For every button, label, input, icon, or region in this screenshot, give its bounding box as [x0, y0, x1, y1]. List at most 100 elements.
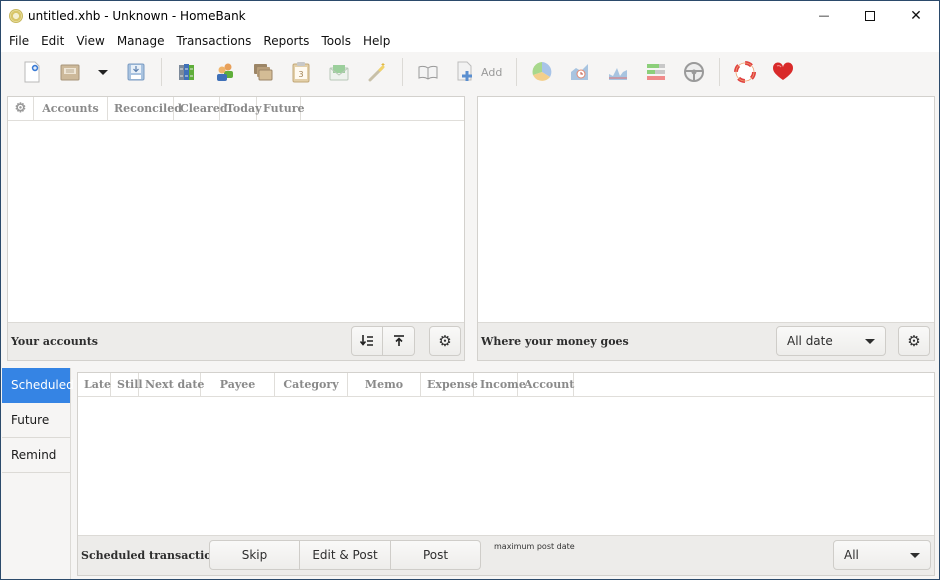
spending-settings-button[interactable]: ⚙	[898, 326, 930, 356]
date-range-select[interactable]: All date	[776, 326, 886, 356]
accounts-settings-button[interactable]: ⚙	[429, 326, 461, 356]
trend-clock-icon	[571, 64, 589, 80]
menu-tools[interactable]: Tools	[315, 34, 357, 48]
menu-reports[interactable]: Reports	[257, 34, 315, 48]
window-title: untitled.xhb - Unknown - HomeBank	[28, 8, 246, 23]
manage-budget-button[interactable]	[320, 56, 358, 88]
maximize-button[interactable]	[847, 1, 893, 30]
save-file-button[interactable]	[117, 56, 155, 88]
minimize-button[interactable]: —	[801, 1, 847, 30]
scheduled-panel: Late Still Next date Payee Category Memo…	[77, 372, 935, 576]
column-category[interactable]: Category	[275, 373, 348, 397]
skip-button[interactable]: Skip	[209, 540, 300, 570]
accounts-list[interactable]	[8, 121, 464, 322]
scheduled-side-tabs: Scheduled Future Remind	[2, 368, 74, 579]
gear-icon: ⚙	[14, 101, 27, 116]
column-reconciled[interactable]: Reconciled	[108, 97, 182, 121]
column-cleared[interactable]: Cleared	[174, 97, 228, 121]
close-icon: ✕	[910, 7, 922, 24]
window-controls: — ✕	[801, 1, 939, 30]
toolbar-separator	[516, 58, 518, 86]
spending-footer: Where your money goes All date ⚙	[478, 322, 934, 360]
move-top-button[interactable]	[383, 326, 415, 356]
menu-file[interactable]: File	[3, 34, 35, 48]
open-book-icon	[418, 65, 438, 80]
report-trend-button[interactable]	[561, 56, 599, 88]
manage-categories-button[interactable]	[244, 56, 282, 88]
menu-transactions[interactable]: Transactions	[171, 34, 258, 48]
column-still[interactable]: Still	[111, 373, 143, 397]
report-statistics-button[interactable]	[523, 56, 561, 88]
tab-future[interactable]: Future	[2, 403, 70, 438]
scheduled-list[interactable]	[78, 397, 934, 535]
toolbar-separator	[402, 58, 403, 86]
max-post-date-select[interactable]: All	[833, 540, 931, 570]
manage-accounts-button[interactable]	[168, 56, 206, 88]
categories-folders-icon	[254, 64, 273, 81]
column-accounts[interactable]: Accounts	[34, 97, 108, 121]
save-icon	[127, 63, 145, 81]
manage-scheduled-button[interactable]: 3	[282, 56, 320, 88]
title-bar: untitled.xhb - Unknown - HomeBank — ✕	[1, 1, 939, 30]
spending-panel: Where your money goes All date ⚙	[477, 96, 935, 361]
menu-view[interactable]: View	[70, 34, 110, 48]
report-vehicle-button[interactable]	[675, 56, 713, 88]
menu-help[interactable]: Help	[357, 34, 396, 48]
menu-edit[interactable]: Edit	[35, 34, 70, 48]
maximum-post-date-label: maximum post date	[494, 542, 575, 551]
new-file-button[interactable]	[13, 56, 51, 88]
maximize-icon	[865, 10, 875, 21]
close-button[interactable]: ✕	[893, 1, 939, 30]
post-button[interactable]: Post	[391, 540, 481, 570]
scheduled-footer: Scheduled transactions Skip Edit & Post …	[78, 535, 934, 575]
new-document-icon	[24, 61, 40, 83]
add-transaction-button[interactable]: Add	[447, 56, 510, 88]
spending-chart-area[interactable]	[478, 97, 934, 322]
accounts-column-header: ⚙ Accounts Reconciled Cleared Today Futu…	[8, 97, 464, 121]
calendar-clipboard-icon: 3	[292, 62, 310, 83]
column-today[interactable]: Today	[220, 97, 261, 121]
homebank-window: untitled.xhb - Unknown - HomeBank — ✕ Fi…	[0, 0, 940, 580]
column-memo[interactable]: Memo	[348, 373, 421, 397]
payees-people-icon	[217, 63, 233, 81]
column-expense[interactable]: Expense	[421, 373, 478, 397]
toolbar-separator	[719, 58, 721, 86]
donate-button[interactable]	[764, 56, 802, 88]
tab-remind[interactable]: Remind	[2, 438, 70, 473]
column-next-date[interactable]: Next date	[139, 373, 204, 397]
accounts-footer: Your accounts ⚙	[8, 322, 464, 360]
homebank-app-icon	[9, 8, 23, 23]
gear-icon: ⚙	[438, 331, 452, 350]
recent-files-dropdown[interactable]	[89, 56, 117, 88]
your-accounts-label: Your accounts	[11, 335, 98, 348]
sort-accounts-button[interactable]	[351, 326, 383, 356]
edit-post-button[interactable]: Edit & Post	[300, 540, 391, 570]
menu-manage[interactable]: Manage	[111, 34, 171, 48]
column-account[interactable]: Account	[518, 373, 574, 397]
column-income[interactable]: Income	[474, 373, 526, 397]
chevron-down-icon	[910, 552, 920, 558]
scheduled-action-buttons: Skip Edit & Post Post	[209, 540, 481, 570]
report-budget-button[interactable]	[637, 56, 675, 88]
show-transactions-button[interactable]	[409, 56, 447, 88]
assign-wand-button[interactable]	[358, 56, 396, 88]
account-order-buttons	[351, 326, 415, 356]
tab-scheduled[interactable]: Scheduled	[2, 368, 74, 403]
accounts-settings-column[interactable]: ⚙	[8, 97, 34, 121]
column-future[interactable]: Future	[257, 97, 305, 121]
magic-wand-icon	[368, 63, 385, 82]
open-file-button[interactable]	[51, 56, 89, 88]
column-late[interactable]: Late	[78, 373, 111, 397]
column-payee[interactable]: Payee	[201, 373, 275, 397]
scheduled-column-header: Late Still Next date Payee Category Memo…	[78, 373, 934, 397]
scheduled-transactions-label: Scheduled transactions	[81, 549, 226, 562]
arrow-to-top-icon	[393, 335, 404, 346]
manage-payees-button[interactable]	[206, 56, 244, 88]
where-money-goes-label: Where your money goes	[481, 335, 629, 348]
menu-bar: File Edit View Manage Transactions Repor…	[1, 30, 939, 52]
chevron-down-icon	[865, 338, 875, 344]
report-balance-button[interactable]	[599, 56, 637, 88]
accounts-panel: ⚙ Accounts Reconciled Cleared Today Futu…	[7, 96, 465, 361]
help-button[interactable]	[726, 56, 764, 88]
toolbar: 3 Add	[1, 52, 939, 92]
